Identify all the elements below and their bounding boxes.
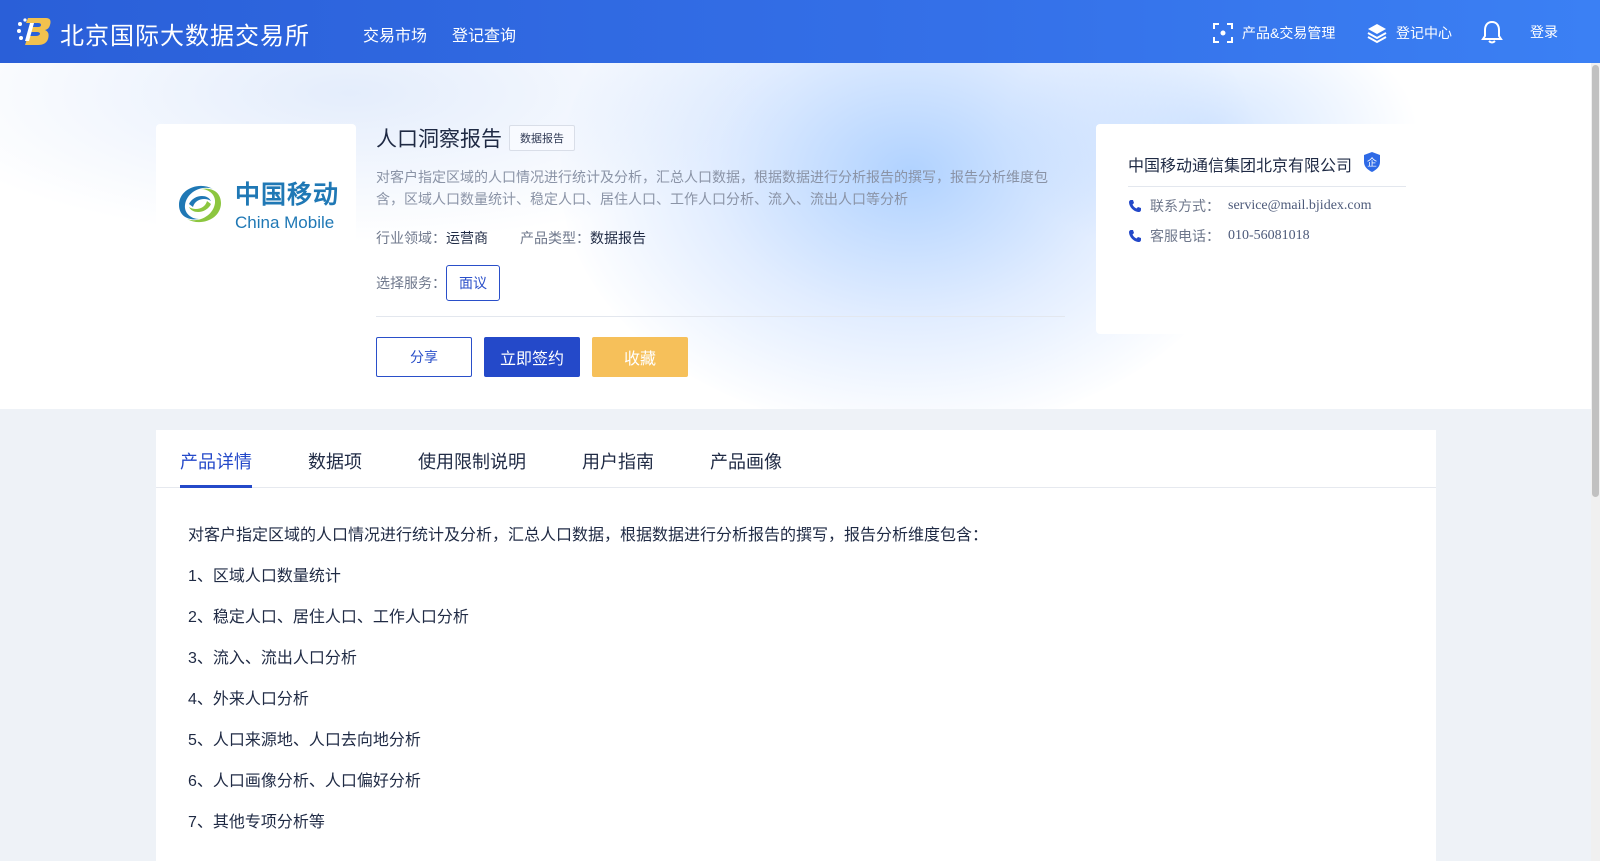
product-detail-content: 对客户指定区域的人口情况进行统计及分析，汇总人口数据，根据数据进行分析报告的撰写…	[188, 526, 988, 854]
product-detail-panel: 产品详情 数据项 使用限制说明 用户指南 产品画像 对客户指定区域的人口情况进行…	[156, 430, 1436, 861]
phone-number: 010-56081018	[1228, 228, 1310, 243]
phone-icon	[1129, 200, 1141, 212]
phone-label: 客服电话：	[1150, 228, 1220, 244]
contact-phone-row: 客服电话： 010-56081018	[1128, 226, 1310, 246]
register-center-label: 登记中心	[1396, 25, 1452, 41]
page-scrollbar-thumb[interactable]	[1592, 65, 1599, 497]
scan-icon	[1213, 23, 1233, 43]
detail-paragraph: 对客户指定区域的人口情况进行统计及分析，汇总人口数据，根据数据进行分析报告的撰写…	[188, 527, 989, 544]
detail-list-item: 5、人口来源地、人口去向地分析	[188, 732, 421, 749]
sign-now-button[interactable]: 立即签约	[484, 337, 580, 377]
industry-label: 行业领域：	[376, 230, 446, 246]
nav-register-query[interactable]: 登记查询	[452, 22, 516, 46]
tab-product-details[interactable]: 产品详情	[180, 448, 252, 474]
divider	[1128, 186, 1406, 187]
detail-list-item: 1、区域人口数量统计	[188, 568, 341, 585]
contact-label: 联系方式：	[1150, 198, 1220, 214]
bell-icon[interactable]	[1481, 20, 1503, 44]
detail-list-item: 4、外来人口分析	[188, 691, 309, 708]
tab-data-items[interactable]: 数据项	[308, 448, 362, 474]
tab-user-guide[interactable]: 用户指南	[582, 448, 654, 474]
product-title: 人口洞察报告	[376, 128, 502, 151]
divider	[376, 316, 1065, 317]
layers-icon	[1367, 24, 1387, 44]
product-type-badge: 数据报告	[509, 125, 575, 151]
svg-text:企: 企	[1367, 156, 1377, 169]
company-card: 中国移动通信集团北京有限公司 企 联系方式： service@mail.bjid…	[1096, 124, 1436, 334]
bjidex-logo-icon[interactable]	[16, 14, 52, 48]
active-tab-indicator	[180, 485, 252, 488]
china-mobile-logo-cn: 中国移动	[234, 180, 339, 209]
detail-list-item: 7、其他专项分析等	[188, 814, 325, 831]
product-type-label: 产品类型：	[520, 230, 590, 246]
contact-email[interactable]: service@mail.bjidex.com	[1228, 198, 1372, 214]
tab-usage-restrictions[interactable]: 使用限制说明	[418, 448, 526, 474]
product-logo-card: 中国移动 China Mobile	[156, 124, 356, 284]
product-description: 对客户指定区域的人口情况进行统计及分析，汇总人口数据，根据数据进行分析报告的撰写…	[376, 169, 1048, 207]
site-title[interactable]: 北京国际大数据交易所	[60, 16, 310, 51]
detail-tabs: 产品详情 数据项 使用限制说明 用户指南 产品画像	[156, 430, 1436, 488]
service-option-negotiable[interactable]: 面议	[446, 265, 500, 301]
service-label: 选择服务：	[376, 275, 446, 291]
top-navbar: 北京国际大数据交易所 交易市场 登记查询 产品&交易管理 登记中心 登录	[0, 0, 1600, 63]
tab-product-profile[interactable]: 产品画像	[710, 448, 782, 474]
company-name[interactable]: 中国移动通信集团北京有限公司	[1128, 152, 1352, 176]
product-trade-mgmt-link[interactable]: 产品&交易管理	[1212, 22, 1335, 44]
product-trade-mgmt-label: 产品&交易管理	[1242, 25, 1336, 41]
phone-icon	[1129, 230, 1141, 242]
detail-list-item: 3、流入、流出人口分析	[188, 650, 357, 667]
product-type-value: 数据报告	[590, 230, 646, 246]
favorite-button[interactable]: 收藏	[592, 337, 688, 377]
share-button[interactable]: 分享	[376, 337, 472, 377]
industry-value: 运营商	[446, 230, 488, 246]
contact-email-row: 联系方式： service@mail.bjidex.com	[1128, 196, 1372, 216]
nav-trade-market[interactable]: 交易市场	[363, 22, 427, 46]
industry-field: 行业领域：运营商	[376, 228, 488, 248]
product-type-field: 产品类型：数据报告	[520, 228, 646, 248]
detail-list-item: 2、稳定人口、居住人口、工作人口分析	[188, 609, 469, 626]
login-link[interactable]: 登录	[1530, 22, 1558, 42]
china-mobile-logo-icon	[178, 185, 221, 223]
china-mobile-logo: 中国移动 China Mobile	[173, 175, 339, 233]
register-center-link[interactable]: 登记中心	[1366, 22, 1452, 44]
enterprise-verified-icon: 企	[1364, 152, 1380, 172]
detail-list-item: 6、人口画像分析、人口偏好分析	[188, 773, 421, 790]
china-mobile-logo-en: China Mobile	[234, 213, 335, 232]
